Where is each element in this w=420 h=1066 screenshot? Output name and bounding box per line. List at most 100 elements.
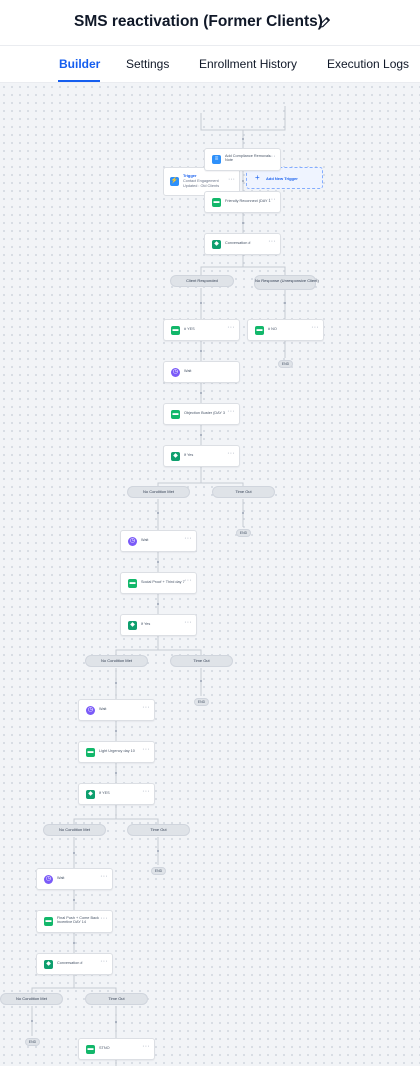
condition-node-1[interactable]: ◆ Conversation # ··· [204,233,281,255]
sms-node-yes[interactable]: ▬ # YES ··· [163,319,240,341]
trigger-icon: ⚡ [170,177,179,186]
sms-node-final-push[interactable]: ▬ Final Push + Come Back Incentive DAY 1… [36,910,113,933]
note-icon: ≡ [212,155,221,164]
action-label: # YES [184,327,195,331]
action-node-compliance[interactable]: ≡ Add Compliance Removals Note ··· [204,148,281,171]
tab-enrollment-history[interactable]: Enrollment History [199,57,297,71]
pencil-icon[interactable] [318,16,331,29]
more-options-icon[interactable]: ··· [100,873,108,880]
clock-icon: ◷ [171,368,180,377]
tab-execution-logs[interactable]: Execution Logs [327,57,409,71]
sms-icon: ▬ [171,326,180,335]
condition-icon: ◆ [44,960,53,969]
end-node: END [278,360,293,368]
sms-icon: ▬ [86,748,95,757]
action-label: If Yes [141,622,151,626]
branch-time-out[interactable]: Time Out [127,824,190,836]
branch-time-out[interactable]: Time Out [212,486,275,498]
action-label: Add Compliance Removals Note [225,154,271,163]
sms-icon: ▬ [86,1045,95,1054]
branch-no-condition-met[interactable]: No Condition Met [43,824,106,836]
sms-icon: ▬ [44,917,53,926]
more-options-icon[interactable]: ··· [228,176,235,183]
more-options-icon[interactable]: ··· [100,958,108,965]
end-node: END [151,867,166,875]
sms-node-social-proof[interactable]: ▬ Social Proof + Third day 7 ··· [120,572,197,594]
sms-node-stop[interactable]: ▬ STNO ··· [78,1038,155,1060]
clock-icon: ◷ [128,537,137,546]
condition-icon: ◆ [86,790,95,799]
condition-node-5[interactable]: ◆ Conversation # ··· [36,953,113,975]
active-tab-indicator [58,80,100,82]
action-label: If Yes [184,453,194,457]
action-label: Conversation # [57,961,83,965]
clock-icon: ◷ [86,706,95,715]
action-label: Light Urgency day 10 [99,749,135,753]
branch-no-condition-met[interactable]: No Condition Met [0,993,63,1005]
sms-icon: ▬ [212,198,221,207]
more-options-icon[interactable]: ··· [142,1043,150,1050]
wait-node-1[interactable]: ◷ Wait [163,361,240,383]
wait-node-4[interactable]: ◷ Wait ··· [36,868,113,890]
sms-node-no[interactable]: ▬ # NO ··· [247,319,324,341]
tab-builder[interactable]: Builder [59,57,100,71]
action-label: Wait [141,538,149,542]
branch-time-out[interactable]: Time Out [170,655,233,667]
more-options-icon[interactable]: ··· [227,408,235,415]
end-node: END [194,698,209,706]
end-node: END [236,529,251,537]
action-label: Objection Buster (DAY 3 [184,411,226,415]
more-options-icon[interactable]: ··· [311,324,319,331]
sms-icon: ▬ [171,410,180,419]
tab-settings[interactable]: Settings [126,57,169,71]
more-options-icon[interactable]: ··· [142,788,150,795]
sms-node-friendly-reconnect[interactable]: ▬ Friendly Reconnect (DAY 1 ··· [204,191,281,213]
sms-node-light-urgency[interactable]: ▬ Light Urgency day 10 ··· [78,741,155,763]
add-trigger-label: Add New Trigger [266,176,298,181]
action-label: Wait [57,876,65,880]
condition-node-4[interactable]: ◆ If YES ··· [78,783,155,805]
more-options-icon[interactable]: ··· [184,577,192,584]
action-label: STNO [99,1046,110,1050]
branch-no-response[interactable]: No Response (Unresponsive Client) [254,275,319,290]
branch-time-out[interactable]: Time Out [85,993,148,1005]
condition-icon: ◆ [212,240,221,249]
more-options-icon[interactable]: ··· [268,238,276,245]
action-label: Friendly Reconnect (DAY 1 [225,199,271,203]
sms-icon: ▬ [255,326,264,335]
wait-node-3[interactable]: ◷ Wait ··· [78,699,155,721]
sms-icon: ▬ [128,579,137,588]
trigger-subtitle: Contact Engagement Updated : Old Clients [183,179,220,188]
condition-icon: ◆ [171,452,180,461]
more-options-icon[interactable]: ··· [100,915,108,922]
condition-node-2[interactable]: ◆ If Yes ··· [163,445,240,467]
end-node: END [25,1038,40,1046]
workflow-canvas[interactable]: ⚡ Trigger Contact Engagement Updated : O… [0,83,420,1066]
more-options-icon[interactable]: ··· [142,704,150,711]
plus-icon: + [255,173,260,182]
branch-no-condition-met[interactable]: No Condition Met [85,655,148,667]
action-label: Final Push + Come Back Incentive DAY 14 [57,916,99,925]
condition-icon: ◆ [128,621,137,630]
more-options-icon[interactable]: ··· [184,535,192,542]
more-options-icon[interactable]: ··· [268,153,276,160]
more-options-icon[interactable]: ··· [142,746,150,753]
action-label: If YES [99,791,110,795]
sms-node-objection-buster[interactable]: ▬ Objection Buster (DAY 3 ··· [163,403,240,425]
condition-node-3[interactable]: ◆ If Yes ··· [120,614,197,636]
trigger-title: Trigger [183,173,197,178]
action-label: Conversation # [225,241,251,245]
action-label: # NO [268,327,277,331]
action-label: Wait [184,369,192,373]
page-title: SMS reactivation (Former Clients) [74,13,323,30]
more-options-icon[interactable]: ··· [227,324,235,331]
tab-bar: Builder Settings Enrollment History Exec… [0,46,420,83]
branch-client-responded[interactable]: Client Responded [170,275,234,287]
more-options-icon[interactable]: ··· [268,196,276,203]
more-options-icon[interactable]: ··· [227,450,235,457]
more-options-icon[interactable]: ··· [184,619,192,626]
action-label: Wait [99,707,107,711]
wait-node-2[interactable]: ◷ Wait ··· [120,530,197,552]
branch-no-condition-met[interactable]: No Condition Met [127,486,190,498]
clock-icon: ◷ [44,875,53,884]
